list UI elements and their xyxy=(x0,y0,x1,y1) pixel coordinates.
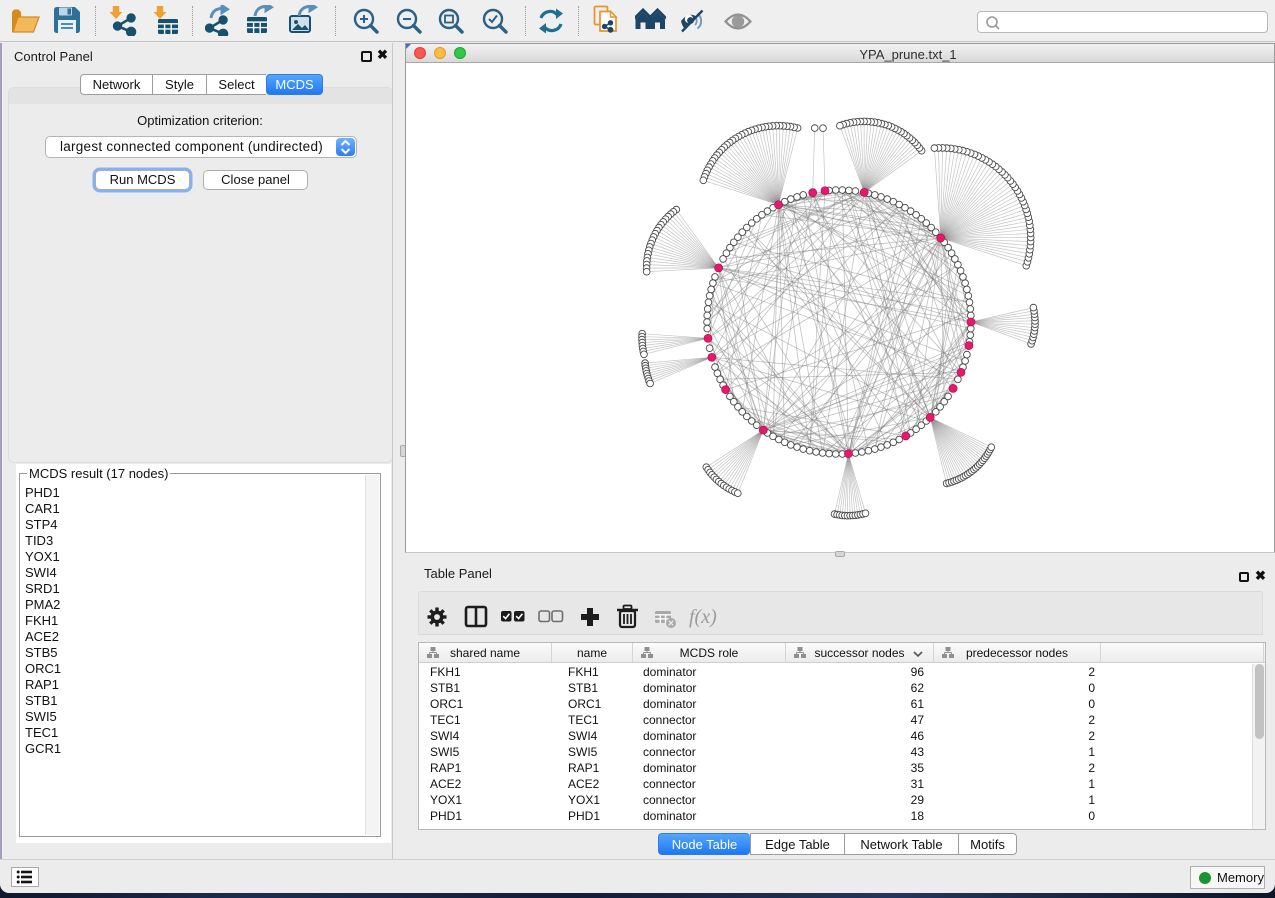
svg-text:f(x): f(x) xyxy=(689,606,717,628)
